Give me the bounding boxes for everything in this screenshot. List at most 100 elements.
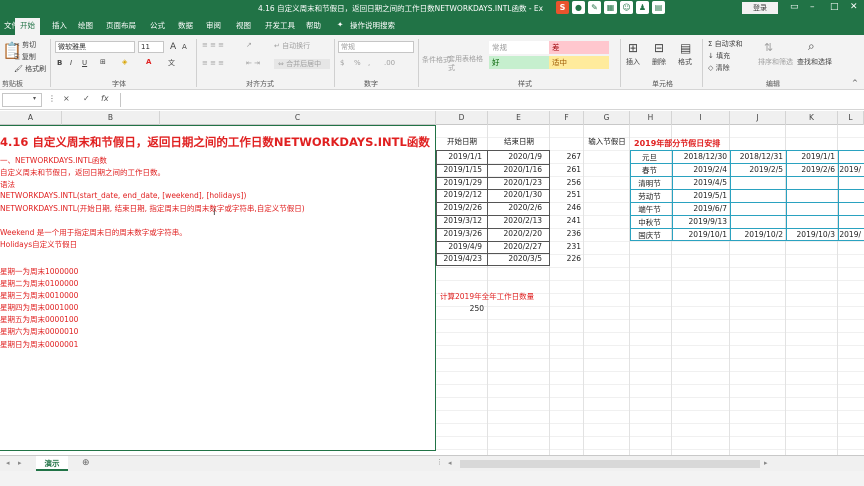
grid-icon[interactable]: ▤ xyxy=(652,1,665,14)
holiday-name-cell[interactable]: 国庆节 xyxy=(630,230,669,241)
brand-icon[interactable]: S xyxy=(556,1,569,14)
close-icon[interactable]: ✕ xyxy=(850,2,858,12)
holiday-name-cell[interactable]: 元旦 xyxy=(630,152,669,163)
person-icon[interactable]: ☺ xyxy=(620,1,633,14)
date-end-cell[interactable]: 2020/1/9 xyxy=(488,152,542,161)
column-header-e[interactable]: E xyxy=(488,111,550,125)
cancel-entry-button[interactable]: × xyxy=(63,94,70,103)
input-holidays-label[interactable]: 输入节假日 xyxy=(584,136,630,147)
workdays-result-cell[interactable]: 236 xyxy=(550,229,581,238)
column-header-c[interactable]: C xyxy=(160,111,436,125)
date-start-cell[interactable]: 2019/1/1 xyxy=(436,152,482,161)
tab-home[interactable]: 开始 xyxy=(15,18,40,35)
date-start-cell[interactable]: 2019/2/26 xyxy=(436,203,482,212)
name-box-dropdown-icon[interactable]: ▾ xyxy=(33,95,36,102)
autosum-button[interactable]: Σ 自动求和 xyxy=(708,39,743,49)
wrap-text-button[interactable]: ↵ 自动换行 xyxy=(274,41,310,51)
holiday-date-cell[interactable]: 2019/2/4 xyxy=(672,165,727,174)
header-end-date[interactable]: 结束日期 xyxy=(488,136,550,147)
conditional-format-button[interactable]: 条件格式 xyxy=(422,55,450,65)
date-start-cell[interactable]: 2019/4/9 xyxy=(436,242,482,251)
holiday-date-cell[interactable]: 2019/ xyxy=(838,165,861,174)
merged-text-cell[interactable]: 4.16 自定义周末和节假日，返回日期之间的工作日数NETWORKDAYS.IN… xyxy=(0,125,436,451)
holiday-name-cell[interactable]: 劳动节 xyxy=(630,191,669,202)
find-select-button[interactable]: 查找和选择 xyxy=(797,57,832,67)
format-cells-button[interactable]: 格式 xyxy=(678,57,692,67)
holiday-date-cell[interactable]: 2019/ xyxy=(838,230,861,239)
fill-button[interactable]: ↓ 填充 xyxy=(708,51,730,61)
formula-input[interactable] xyxy=(120,93,864,107)
workdays-result-cell[interactable]: 231 xyxy=(550,242,581,251)
horizontal-scrollbar[interactable] xyxy=(460,460,760,468)
insert-function-button[interactable]: fx xyxy=(101,94,109,103)
holiday-name-cell[interactable]: 春节 xyxy=(630,165,669,176)
column-header-f[interactable]: F xyxy=(550,111,584,125)
date-start-cell[interactable]: 2019/1/15 xyxy=(436,165,482,174)
holiday-name-cell[interactable]: 端午节 xyxy=(630,204,669,215)
column-header-g[interactable]: G xyxy=(584,111,630,125)
border-icon[interactable]: ⊞ xyxy=(100,58,106,66)
annual-workdays-label[interactable]: 计算2019年全年工作日数量 xyxy=(440,291,534,302)
workdays-result-cell[interactable]: 261 xyxy=(550,165,581,174)
tab-review[interactable]: 审阅 xyxy=(206,20,221,31)
copy-button[interactable]: ⎘ 复制 xyxy=(14,52,36,62)
mic-icon[interactable]: ● xyxy=(572,1,585,14)
workdays-result-cell[interactable]: 251 xyxy=(550,190,581,199)
workdays-result-cell[interactable]: 256 xyxy=(550,178,581,187)
style-good[interactable]: 好 xyxy=(489,56,549,69)
align-top-icon[interactable]: ≡ ≡ ≡ xyxy=(202,41,224,49)
increase-decimal-button[interactable]: .00 xyxy=(384,59,395,67)
column-header-i[interactable]: I xyxy=(672,111,730,125)
tab-page-layout[interactable]: 页面布局 xyxy=(106,20,136,31)
workdays-result-cell[interactable]: 226 xyxy=(550,254,581,263)
holiday-date-cell[interactable]: 2018/12/30 xyxy=(672,152,727,161)
holiday-name-cell[interactable]: 清明节 xyxy=(630,178,669,189)
hscroll-left-icon[interactable]: ◂ xyxy=(448,459,452,467)
grow-font-button[interactable]: A xyxy=(170,42,176,52)
clear-button[interactable]: ◇ 清除 xyxy=(708,63,730,73)
align-left-icon[interactable]: ≡ ≡ ≡ xyxy=(202,59,224,67)
format-cells-icon[interactable]: ▤ xyxy=(680,41,691,55)
confirm-entry-button[interactable]: ✓ xyxy=(83,94,90,103)
holiday-date-cell[interactable]: 2019/1/1 xyxy=(786,152,835,161)
date-end-cell[interactable]: 2020/3/5 xyxy=(488,254,542,263)
date-end-cell[interactable]: 2020/1/30 xyxy=(488,190,542,199)
percent-button[interactable]: % xyxy=(354,59,361,67)
shrink-font-button[interactable]: A xyxy=(182,43,187,51)
format-painter-button[interactable]: 🖌 格式刷 xyxy=(14,64,46,74)
collapse-ribbon-icon[interactable]: ^ xyxy=(852,79,858,87)
date-end-cell[interactable]: 2020/2/6 xyxy=(488,203,542,212)
workdays-result-cell[interactable]: 246 xyxy=(550,203,581,212)
insert-cells-button[interactable]: 插入 xyxy=(626,57,640,67)
merge-center-button[interactable]: ⇔ 合并后居中 xyxy=(274,59,330,69)
style-normal[interactable]: 常规 xyxy=(489,41,549,54)
more-sheets-icon[interactable]: ⋮ xyxy=(436,458,443,466)
style-neutral[interactable]: 适中 xyxy=(549,56,609,69)
keyboard-icon[interactable]: ▦ xyxy=(604,1,617,14)
tab-formulas[interactable]: 公式 xyxy=(150,20,165,31)
bold-button[interactable]: B xyxy=(57,59,62,67)
header-start-date[interactable]: 开始日期 xyxy=(436,136,488,147)
tab-draw[interactable]: 绘图 xyxy=(78,20,93,31)
sort-filter-icon[interactable]: ⇅ xyxy=(764,41,773,54)
date-start-cell[interactable]: 2019/1/29 xyxy=(436,178,482,187)
date-start-cell[interactable]: 2019/2/12 xyxy=(436,190,482,199)
holidays-title[interactable]: 2019年部分节假日安排 xyxy=(634,138,720,149)
delete-cells-icon[interactable]: ⊟ xyxy=(654,41,664,55)
column-header-b[interactable]: B xyxy=(62,111,160,125)
tab-help[interactable]: 帮助 xyxy=(306,20,321,31)
holiday-date-cell[interactable]: 2018/12/31 xyxy=(730,152,783,161)
maximize-icon[interactable]: □ xyxy=(830,2,839,12)
tell-me-search[interactable]: 操作说明搜索 xyxy=(350,20,395,31)
holiday-date-cell[interactable]: 2019/6/7 xyxy=(672,204,727,213)
orientation-icon[interactable]: ↗ xyxy=(246,41,252,49)
prev-sheet-icon[interactable]: ◂ xyxy=(6,459,10,467)
annual-workdays-value[interactable]: 250 xyxy=(436,304,484,313)
holiday-date-cell[interactable]: 2019/10/1 xyxy=(672,230,727,239)
column-header-d[interactable]: D xyxy=(436,111,488,125)
style-bad[interactable]: 差 xyxy=(549,41,609,54)
date-start-cell[interactable]: 2019/3/26 xyxy=(436,229,482,238)
tab-developer[interactable]: 开发工具 xyxy=(265,20,295,31)
holiday-name-cell[interactable]: 中秋节 xyxy=(630,217,669,228)
indent-icon[interactable]: ⇤ ⇥ xyxy=(246,59,260,67)
